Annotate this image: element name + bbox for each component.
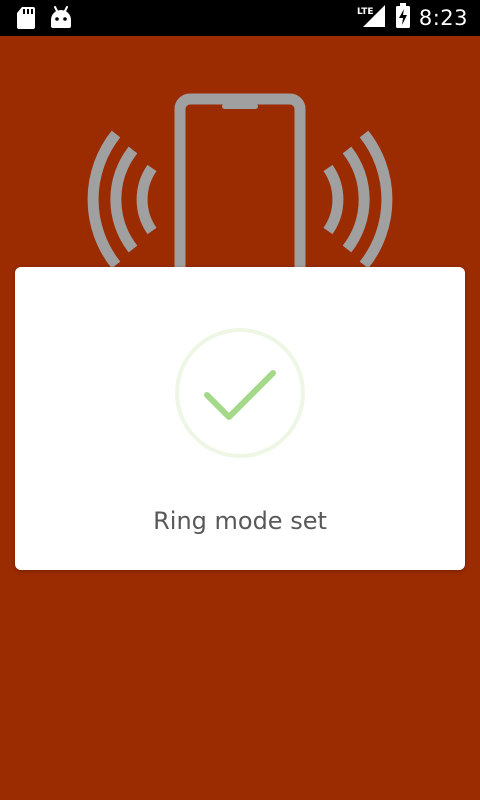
sd-card-icon (16, 6, 36, 35)
status-bar: LTE 8:23 (0, 0, 480, 36)
confirmation-dialog: Ring mode set (15, 267, 465, 570)
status-time: 8:23 (418, 6, 468, 30)
android-debug-icon (50, 6, 72, 35)
dialog-message: Ring mode set (153, 507, 327, 535)
checkmark-icon (173, 326, 307, 460)
system-icons: LTE 8:23 (357, 0, 468, 36)
vibration-waves-right (323, 130, 393, 269)
network-type-label: LTE (357, 7, 374, 17)
checkmark (204, 370, 276, 420)
notification-icons (16, 6, 72, 35)
vibration-waves-left (87, 130, 157, 269)
battery-charging-icon (395, 2, 411, 34)
success-ring (175, 328, 305, 458)
ringing-phone-illustration (0, 36, 480, 345)
lte-signal-icon: LTE (357, 3, 387, 34)
phone-speaker (222, 104, 258, 109)
